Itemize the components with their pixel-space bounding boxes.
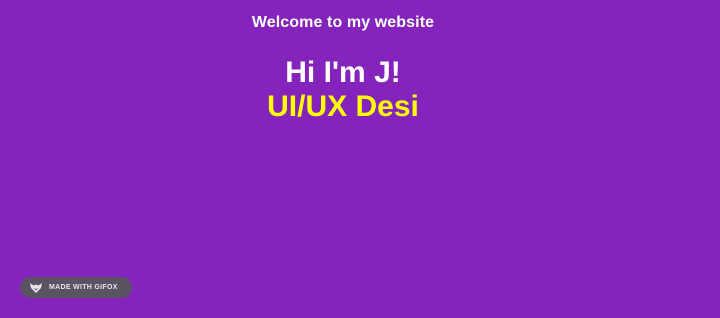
page: Welcome to my website Hi I'm J! UI/UX De…: [0, 0, 720, 318]
made-with-gifox-badge[interactable]: MADE WITH GIFOX: [20, 277, 132, 298]
hero-role-typing: UI/UX Desi: [267, 90, 419, 123]
welcome-heading: Welcome to my website: [251, 14, 435, 31]
hero-section: Hi I'm J! UI/UX Desi: [0, 56, 686, 124]
hero-greeting: Hi I'm J!: [285, 56, 401, 89]
badge-label: MADE WITH GIFOX: [49, 284, 118, 291]
fox-icon: [29, 281, 43, 295]
